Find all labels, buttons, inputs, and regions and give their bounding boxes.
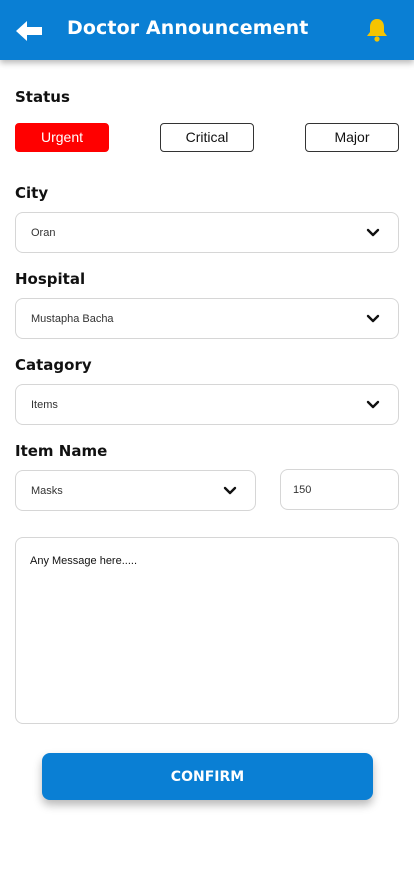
status-urgent-button[interactable]: Urgent: [15, 123, 109, 152]
confirm-button[interactable]: CONFIRM: [42, 753, 373, 800]
hospital-value: Mustapha Bacha: [31, 313, 114, 325]
item-name-value: Masks: [31, 485, 63, 497]
city-value: Oran: [31, 227, 56, 239]
city-label: City: [15, 184, 49, 202]
chevron-down-icon: [366, 228, 380, 237]
status-critical-button[interactable]: Critical: [160, 123, 254, 152]
app-bar: Doctor Announcement: [0, 0, 414, 60]
status-major-button[interactable]: Major: [305, 123, 399, 152]
hospital-select[interactable]: Mustapha Bacha: [15, 298, 399, 339]
message-textarea[interactable]: [15, 537, 399, 724]
category-label: Catagory: [15, 356, 92, 374]
arrow-left-icon: [16, 21, 42, 41]
status-label: Status: [15, 88, 70, 106]
category-value: Items: [31, 399, 58, 411]
bell-icon: [367, 19, 387, 42]
item-name-label: Item Name: [15, 442, 108, 460]
hospital-label: Hospital: [15, 270, 86, 288]
chevron-down-icon: [366, 400, 380, 409]
city-select[interactable]: Oran: [15, 212, 399, 253]
page-title: Doctor Announcement: [67, 17, 309, 39]
item-name-select[interactable]: Masks: [15, 470, 256, 511]
quantity-input[interactable]: [280, 469, 399, 510]
chevron-down-icon: [223, 486, 237, 495]
notification-button[interactable]: [363, 16, 391, 44]
category-select[interactable]: Items: [15, 384, 399, 425]
chevron-down-icon: [366, 314, 380, 323]
back-button[interactable]: [14, 16, 44, 46]
